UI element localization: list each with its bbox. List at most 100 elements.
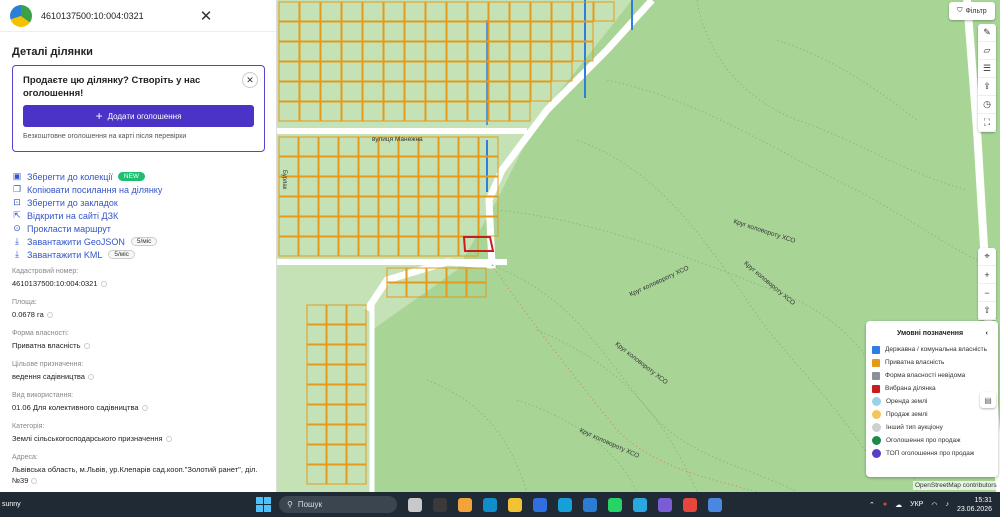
add-listing-button[interactable]: + Додати оголошення [23,105,254,127]
field-value: Землі сільськогосподарського призначення [12,433,270,444]
legend-swatch [872,384,880,393]
taskbar-app-icon[interactable] [608,497,622,512]
taskbar-app-icon[interactable] [433,497,447,512]
fullscreen-icon[interactable]: ⛶ [978,114,996,132]
app-logo[interactable] [10,4,32,27]
tray-chevron-icon[interactable]: ⌃ [869,501,875,509]
layers-icon[interactable]: ☰ [978,60,996,78]
taskbar-app-icon[interactable] [483,497,497,512]
legend-toggle-icon[interactable]: ▤ [980,392,996,408]
map-attribution[interactable]: OpenStreetMap contributors [913,481,999,490]
help-icon[interactable] [31,478,38,485]
help-icon[interactable] [83,343,90,350]
bookmark-icon: ⊡ [13,197,21,207]
network-icon[interactable]: ◠ [931,501,937,509]
open-dzk-link[interactable]: ⇱ Відкрити на сайті ДЗК [12,209,267,222]
save-to-collection-link[interactable]: ▣ Зберегти до колекції NEW [12,170,267,183]
taskbar-app-icon[interactable] [558,497,572,512]
tray-app-icon[interactable]: ● [883,501,887,508]
legend-item[interactable]: Інший тип аукціону [872,421,992,434]
field-area: Площа: 0.0678 га [12,299,270,320]
locate-icon[interactable]: ⌖ [978,248,996,266]
search-placeholder: Пошук [297,500,322,509]
details-title: Деталі ділянки [12,46,93,58]
field-purpose: Цільове призначення: ведення садівництва [12,361,270,382]
taskbar-app-icon[interactable] [658,497,672,512]
route-pin-icon: ⊙ [13,223,21,233]
legend-marker-icon [872,423,881,432]
legend-label: Продаж землі [886,411,928,418]
action-label: Зберегти до колекції [27,171,113,182]
close-icon[interactable]: ✕ [194,4,218,28]
taskbar-search[interactable]: ⚲ Пошук [279,496,397,513]
history-icon[interactable]: ◷ [978,96,996,114]
filter-button[interactable]: ⛉ Фільтр [949,2,995,20]
legend-header: Умовні позначення ‹ [897,330,992,337]
legend-item[interactable]: Державна / комунальна власність [872,343,992,356]
tray-app-icon[interactable]: ☁ [895,501,902,509]
compass-icon[interactable]: ⇧ [978,302,996,320]
add-listing-label: Додати оголошення [107,111,182,121]
route-link[interactable]: ⊙ Прокласти маршрут [12,222,267,235]
volume-icon[interactable]: ♪ [945,501,949,508]
legend-label: Інший тип аукціону [886,424,943,431]
help-icon[interactable] [100,281,107,288]
field-category: Категорія: Землі сільськогосподарського … [12,423,270,444]
action-list: ▣ Зберегти до колекції NEW ❐ Копіювати п… [12,170,267,261]
collapse-chevron-icon[interactable]: ‹ [986,330,988,337]
help-icon[interactable] [87,374,94,381]
legend-marker-icon [872,436,881,445]
panel-header: 4610137500:10:004:0321 ✕ [0,0,276,32]
field-label: Адреса: [12,454,38,461]
street-label-manezhna: вулиця Манежна [372,136,423,143]
taskbar-app-icon[interactable] [458,497,472,512]
legend-item[interactable]: Приватна власність [872,356,992,369]
legend-item[interactable]: Продаж землі [872,408,992,421]
weather-widget[interactable]: sunny [2,501,242,508]
download-kml-link[interactable]: ⤓ Завантажити KML 5/міс [12,248,267,261]
taskbar-app-icon[interactable] [533,497,547,512]
field-usage: Вид використання: 01.06 Для колективного… [12,392,270,413]
copy-link-link[interactable]: ❐ Копіювати посилання на ділянку [12,183,267,196]
filter-label: Фільтр [965,7,987,15]
taskbar-app-icon[interactable] [683,497,697,512]
language-indicator[interactable]: УКР [910,501,923,508]
taskbar-app-icon[interactable] [408,497,422,512]
taskbar-app-icon[interactable] [633,497,647,512]
download-geojson-link[interactable]: ⤓ Завантажити GeoJSON 5/міс [12,235,267,248]
zoom-out-button[interactable]: − [978,284,996,302]
help-icon[interactable] [46,312,53,319]
legend-item[interactable]: Вибрана ділянка [872,382,992,395]
search-icon: ⚲ [287,500,293,509]
legend-label: Оголошення про продаж [886,437,961,444]
new-badge: NEW [117,172,146,181]
external-link-icon: ⇱ [13,210,21,220]
start-button[interactable] [256,496,272,513]
legend-item[interactable]: ТОП оголошення про продаж [872,447,992,460]
promo-close-icon[interactable]: ✕ [242,72,258,88]
legend-item[interactable]: Оголошення про продаж [872,434,992,447]
clock[interactable]: 15:31 23.06.2026 [957,496,992,514]
legend-item[interactable]: Форма власності невідома [872,369,992,382]
action-label: Відкрити на сайті ДЗК [27,210,119,221]
taskbar-app-icon[interactable] [508,497,522,512]
zoom-in-button[interactable]: + [978,266,996,284]
legend-item[interactable]: Оренда землі [872,395,992,408]
parcel-details-panel: 4610137500:10:004:0321 ✕ Деталі ділянки … [0,0,277,492]
upload-icon[interactable]: ⇪ [978,78,996,96]
draw-polygon-icon[interactable]: ▱ [978,42,996,60]
field-label: Площа: [12,299,37,306]
taskbar-app-icon[interactable] [583,497,597,512]
field-ownership: Форма власності: Приватна власність [12,330,270,351]
save-bookmark-link[interactable]: ⊡ Зберегти до закладок [12,196,267,209]
taskbar-app-icon[interactable] [708,497,722,512]
help-icon[interactable] [141,405,148,412]
map-tool-stack: ✎ ▱ ☰ ⇪ ◷ ⛶ [978,24,996,132]
help-icon[interactable] [165,436,172,443]
promo-note: Безкоштовне оголошення на карті після пе… [23,133,187,140]
street-label-burlak: Бурлак [281,170,287,190]
action-label: Прокласти маршрут [27,223,111,234]
draw-line-icon[interactable]: ✎ [978,24,996,42]
field-label: Цільове призначення: [12,361,84,368]
action-label: Копіювати посилання на ділянку [27,184,163,195]
